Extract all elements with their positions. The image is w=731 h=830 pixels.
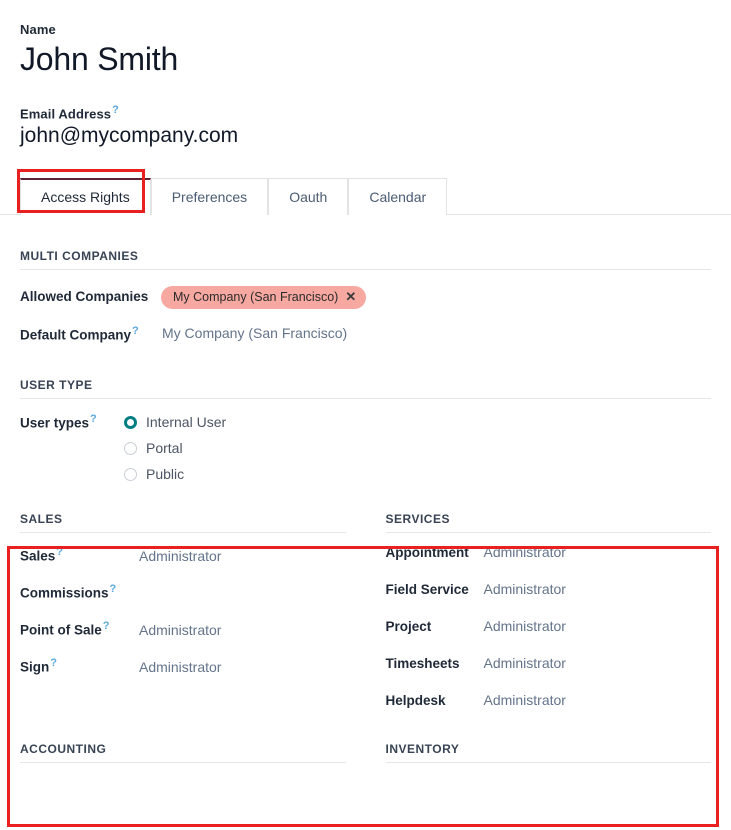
app-row-field-service-label: Field Service xyxy=(386,581,484,599)
help-icon[interactable]: ? xyxy=(103,620,110,632)
default-company-value[interactable]: My Company (San Francisco) xyxy=(161,325,347,341)
app-row-project-label: Project xyxy=(386,618,484,636)
app-row-helpdesk: Helpdesk Administrator xyxy=(386,691,712,728)
radio-portal-label: Portal xyxy=(146,439,183,457)
email-label-text: Email Address xyxy=(20,106,111,121)
app-row-commissions-label: Commissions? xyxy=(20,580,139,603)
tab-preferences[interactable]: Preferences xyxy=(151,178,268,215)
name-label: Name xyxy=(20,22,711,38)
radio-unselected-icon[interactable] xyxy=(124,468,137,481)
app-row-timesheets-label: Timesheets xyxy=(386,655,484,673)
radio-internal-user-label: Internal User xyxy=(146,413,226,431)
record-header: Name John Smith Email Address? john@myco… xyxy=(0,0,731,149)
app-row-point-of-sale-label-text: Point of Sale xyxy=(20,623,102,638)
tab-oauth-label: Oauth xyxy=(289,189,327,205)
email-field-group: Email Address? john@mycompany.com xyxy=(20,102,711,149)
app-row-field-service: Field Service Administrator xyxy=(386,580,712,617)
app-row-field-service-value[interactable]: Administrator xyxy=(484,580,566,598)
app-row-sign-label: Sign? xyxy=(20,654,139,677)
allowed-companies-tag-label: My Company (San Francisco) xyxy=(173,290,338,305)
app-row-sales-value[interactable]: Administrator xyxy=(139,547,221,565)
app-row-timesheets: Timesheets Administrator xyxy=(386,654,712,691)
help-icon[interactable]: ? xyxy=(112,104,119,116)
help-icon[interactable]: ? xyxy=(132,325,139,337)
sales-group-title: SALES xyxy=(20,512,346,533)
tab-oauth[interactable]: Oauth xyxy=(268,178,348,215)
app-row-appointment-label: Appointment xyxy=(386,544,484,562)
sales-group: SALES Sales? Administrator Commissions? xyxy=(0,512,366,728)
name-value[interactable]: John Smith xyxy=(20,40,711,78)
user-types-radio-group: Internal User Portal Public xyxy=(124,408,226,487)
accounting-group: ACCOUNTING xyxy=(0,742,366,763)
app-row-point-of-sale-label: Point of Sale? xyxy=(20,617,139,640)
tab-access-rights[interactable]: Access Rights xyxy=(20,178,151,215)
close-icon[interactable]: ✕ xyxy=(345,291,356,303)
app-row-sales-label: Sales? xyxy=(20,543,139,566)
app-row-sign: Sign? Administrator xyxy=(20,654,346,691)
radio-public-label: Public xyxy=(146,465,184,483)
radio-public[interactable]: Public xyxy=(124,461,226,487)
app-row-project-value[interactable]: Administrator xyxy=(484,617,566,635)
app-row-sales: Sales? Administrator xyxy=(20,543,346,580)
app-row-timesheets-value[interactable]: Administrator xyxy=(484,654,566,672)
tab-calendar-label: Calendar xyxy=(369,189,426,205)
application-groups-second-row: ACCOUNTING INVENTORY xyxy=(0,742,731,763)
email-value[interactable]: john@mycompany.com xyxy=(20,123,711,149)
default-company-label: Default Company? xyxy=(20,321,161,346)
user-type-title: USER TYPE xyxy=(20,378,711,399)
radio-unselected-icon[interactable] xyxy=(124,442,137,455)
app-row-project: Project Administrator xyxy=(386,617,712,654)
user-type-section: USER TYPE User types? Internal User Port… xyxy=(0,378,731,487)
services-group-title: SERVICES xyxy=(386,512,712,533)
email-label: Email Address? xyxy=(20,102,711,122)
help-icon[interactable]: ? xyxy=(56,546,63,558)
allowed-companies-tag[interactable]: My Company (San Francisco) ✕ xyxy=(161,286,366,309)
app-row-commissions: Commissions? xyxy=(20,580,346,617)
app-row-helpdesk-label: Helpdesk xyxy=(386,692,484,710)
application-groups: SALES Sales? Administrator Commissions? xyxy=(0,512,731,728)
help-icon[interactable]: ? xyxy=(90,413,97,425)
services-group: SERVICES Appointment Administrator Field… xyxy=(366,512,731,728)
allowed-companies-row: Allowed Companies My Company (San Franci… xyxy=(20,284,711,310)
multi-companies-title: MULTI COMPANIES xyxy=(20,249,711,270)
app-row-appointment: Appointment Administrator xyxy=(386,543,712,580)
app-row-sign-value[interactable]: Administrator xyxy=(139,658,221,676)
name-field-group: Name John Smith xyxy=(20,22,711,78)
app-row-appointment-value[interactable]: Administrator xyxy=(484,543,566,561)
app-row-point-of-sale: Point of Sale? Administrator xyxy=(20,617,346,654)
tab-bar: Access Rights Preferences Oauth Calendar xyxy=(0,176,731,215)
accounting-group-title: ACCOUNTING xyxy=(20,742,346,763)
default-company-label-text: Default Company xyxy=(20,328,131,343)
default-company-row: Default Company? My Company (San Francis… xyxy=(20,320,711,346)
user-types-row: User types? Internal User Portal Public xyxy=(20,408,711,487)
multi-companies-section: MULTI COMPANIES Allowed Companies My Com… xyxy=(0,249,731,346)
app-row-commissions-label-text: Commissions xyxy=(20,586,109,601)
inventory-group: INVENTORY xyxy=(366,742,731,763)
user-types-label: User types? xyxy=(20,408,124,435)
radio-selected-icon[interactable] xyxy=(124,416,137,429)
help-icon[interactable]: ? xyxy=(110,583,117,595)
user-form-page: Name John Smith Email Address? john@myco… xyxy=(0,0,731,830)
tab-access-rights-label: Access Rights xyxy=(41,189,130,205)
tab-preferences-label: Preferences xyxy=(172,189,247,205)
app-row-sign-label-text: Sign xyxy=(20,660,49,675)
app-row-helpdesk-value[interactable]: Administrator xyxy=(484,691,566,709)
allowed-companies-label: Allowed Companies xyxy=(20,287,161,307)
user-types-label-text: User types xyxy=(20,416,89,431)
app-row-point-of-sale-value[interactable]: Administrator xyxy=(139,621,221,639)
radio-internal-user[interactable]: Internal User xyxy=(124,409,226,435)
help-icon[interactable]: ? xyxy=(50,657,57,669)
tab-calendar[interactable]: Calendar xyxy=(348,178,447,215)
radio-portal[interactable]: Portal xyxy=(124,435,226,461)
inventory-group-title: INVENTORY xyxy=(386,742,712,763)
app-row-sales-label-text: Sales xyxy=(20,549,55,564)
